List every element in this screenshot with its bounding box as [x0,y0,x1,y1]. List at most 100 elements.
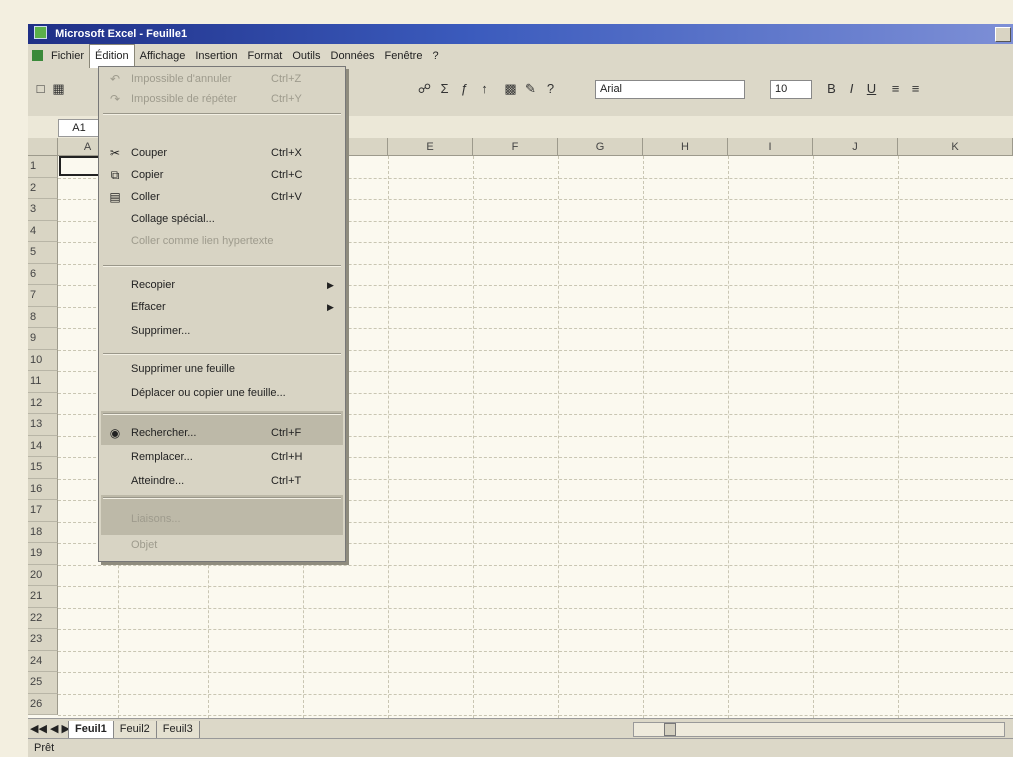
menu-item-move-copy-sheet[interactable]: Déplacer ou copier une feuille... [99,383,345,403]
menu-item-delete-sheet[interactable]: Supprimer une feuille [99,359,345,379]
menu-item-object[interactable]: Objet [99,535,345,555]
menu-item-delete[interactable]: Supprimer... [99,321,345,341]
scroll-thumb[interactable] [664,723,676,736]
align-center-icon[interactable]: ≡ [907,80,924,97]
menu-separator [103,113,341,115]
column-gridline [728,156,729,718]
row-header[interactable]: 15 [28,457,58,479]
menu-item-undo[interactable]: ↶ Impossible d'annuler Ctrl+Z [99,69,345,89]
menu-item-paste-hyperlink[interactable]: Coller comme lien hypertexte [99,231,345,251]
column-header[interactable]: J [813,138,898,156]
menu-item-clear[interactable]: Effacer ▶ [99,297,345,317]
help-icon[interactable]: ? [542,80,559,97]
menu-item-fill[interactable]: Recopier ▶ [99,275,345,295]
underline-icon[interactable]: U [863,80,880,97]
row-header[interactable]: 11 [28,371,58,393]
row-header[interactable]: 13 [28,414,58,436]
column-header[interactable]: G [558,138,643,156]
menu-item-goto[interactable]: Atteindre... Ctrl+T [99,471,345,491]
row-header[interactable]: 25 [28,672,58,694]
status-bar: Prêt [28,738,1013,757]
row-header[interactable]: 26 [28,693,58,715]
open-folder-icon[interactable]: ▦ [50,80,67,97]
row-header[interactable]: 24 [28,650,58,672]
row-header[interactable]: 14 [28,435,58,457]
menu-item-repeat[interactable]: ↷ Impossible de répéter Ctrl+Y [99,89,345,109]
row-header[interactable]: 4 [28,220,58,242]
row-header[interactable]: 22 [28,607,58,629]
column-header[interactable]: K [898,138,1013,156]
sheet-tab-bar: ◀◀ ◀ ▶ ▶▶ Feuil1 Feuil2 Feuil3 [28,718,1013,739]
menu-item-paste-special[interactable]: Collage spécial... [99,209,345,229]
menu-format[interactable]: Format [243,44,288,68]
hyperlink-icon[interactable]: ☍ [416,80,433,97]
row-header[interactable]: 12 [28,392,58,414]
menu-separator [103,353,341,355]
row-header[interactable]: 1 [28,156,58,178]
menu-item-links[interactable]: Liaisons... [99,509,345,529]
menu-item-cut[interactable]: ✂ Couper Ctrl+X [99,143,345,163]
row-header[interactable]: 17 [28,500,58,522]
menu-item-copy[interactable]: ⧉ Copier Ctrl+C [99,165,345,185]
column-gridline [643,156,644,718]
font-size-combobox[interactable]: 10 [770,80,812,99]
window-control-button[interactable] [995,27,1011,42]
align-left-icon[interactable]: ≡ [887,80,904,97]
column-gridline [813,156,814,718]
sheet-tab[interactable]: Feuil3 [155,721,200,739]
row-gridline [58,586,1013,587]
row-header[interactable]: 20 [28,564,58,586]
menu-window[interactable]: Fenêtre [380,44,428,68]
row-header[interactable]: 6 [28,263,58,285]
row-header[interactable]: 10 [28,349,58,371]
drawing-icon[interactable]: ✎ [522,80,539,97]
chart-wizard-icon[interactable]: ▩ [502,80,519,97]
sheet-tab[interactable]: Feuil2 [112,721,157,739]
italic-icon[interactable]: I [843,80,860,97]
row-header[interactable]: 8 [28,306,58,328]
menu-item-find[interactable]: ◉ Rechercher... Ctrl+F [99,423,345,443]
title-bar: Microsoft Excel - Feuille1 [28,24,1013,44]
scissors-icon: ✂ [109,146,121,160]
name-box[interactable]: A1 [58,119,100,137]
row-header[interactable]: 2 [28,177,58,199]
row-header[interactable]: 5 [28,242,58,264]
sheet-tab[interactable]: Feuil1 [68,721,114,739]
menu-item-replace[interactable]: Remplacer... Ctrl+H [99,447,345,467]
row-gridline [58,672,1013,673]
row-header[interactable]: 19 [28,543,58,565]
column-header[interactable]: F [473,138,558,156]
row-header[interactable]: 18 [28,521,58,543]
row-header[interactable]: 21 [28,586,58,608]
menu-tools[interactable]: Outils [287,44,325,68]
undo-icon: ↶ [109,72,121,86]
menu-help[interactable]: ? [427,44,443,68]
submenu-arrow-icon: ▶ [327,280,334,290]
menu-item-paste[interactable]: ▤ Coller Ctrl+V [99,187,345,207]
sort-ascending-icon[interactable]: ↑ [476,80,493,97]
row-header[interactable]: 16 [28,478,58,500]
menu-view[interactable]: Affichage [135,44,191,68]
window-title: Microsoft Excel - Feuille1 [55,28,188,40]
menu-data[interactable]: Données [326,44,380,68]
row-header[interactable]: 7 [28,285,58,307]
column-gridline [388,156,389,718]
menu-insert[interactable]: Insertion [190,44,242,68]
row-header[interactable]: 9 [28,328,58,350]
font-name-combobox[interactable]: Arial [595,80,745,99]
autosum-icon[interactable]: Σ [436,80,453,97]
menu-file[interactable]: Fichier [46,44,89,68]
excel-app-icon [34,26,47,39]
column-header[interactable]: I [728,138,813,156]
column-header[interactable]: H [643,138,728,156]
function-icon[interactable]: ƒ [456,80,473,97]
horizontal-scrollbar[interactable] [633,722,1005,737]
new-document-icon[interactable]: □ [32,80,49,97]
menu-edit[interactable]: Édition [89,44,135,68]
sheet-tabs: Feuil1 Feuil2 Feuil3 [68,719,200,739]
row-header[interactable]: 23 [28,629,58,651]
select-all-corner[interactable] [28,138,58,156]
row-header[interactable]: 3 [28,199,58,221]
column-header[interactable]: E [388,138,473,156]
bold-icon[interactable]: B [823,80,840,97]
